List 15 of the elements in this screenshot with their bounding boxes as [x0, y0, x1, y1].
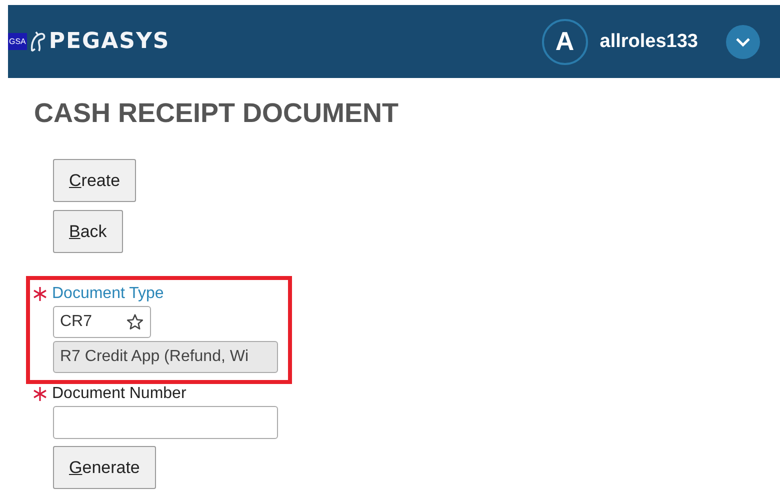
user-avatar[interactable]: A	[542, 18, 588, 64]
document-number-field[interactable]	[53, 406, 278, 439]
generate-button[interactable]: Generate	[53, 446, 156, 489]
description-field: R7 Credit App (Refund, Wi	[53, 341, 278, 373]
document-type-field[interactable]: CR7	[53, 306, 151, 338]
page-title: CASH RECEIPT DOCUMENT	[34, 98, 400, 129]
brand-name: PEGASYS	[48, 29, 170, 54]
chevron-down-icon[interactable]	[726, 24, 760, 58]
star-icon[interactable]	[126, 313, 144, 331]
username: allroles133	[600, 30, 698, 52]
action-button[interactable]: Create	[53, 159, 136, 202]
field-label: Document Number	[52, 385, 186, 403]
gsa-badge: GSA	[8, 33, 27, 50]
field-label: Document Type	[52, 285, 164, 303]
action-button[interactable]: Back	[53, 210, 123, 253]
